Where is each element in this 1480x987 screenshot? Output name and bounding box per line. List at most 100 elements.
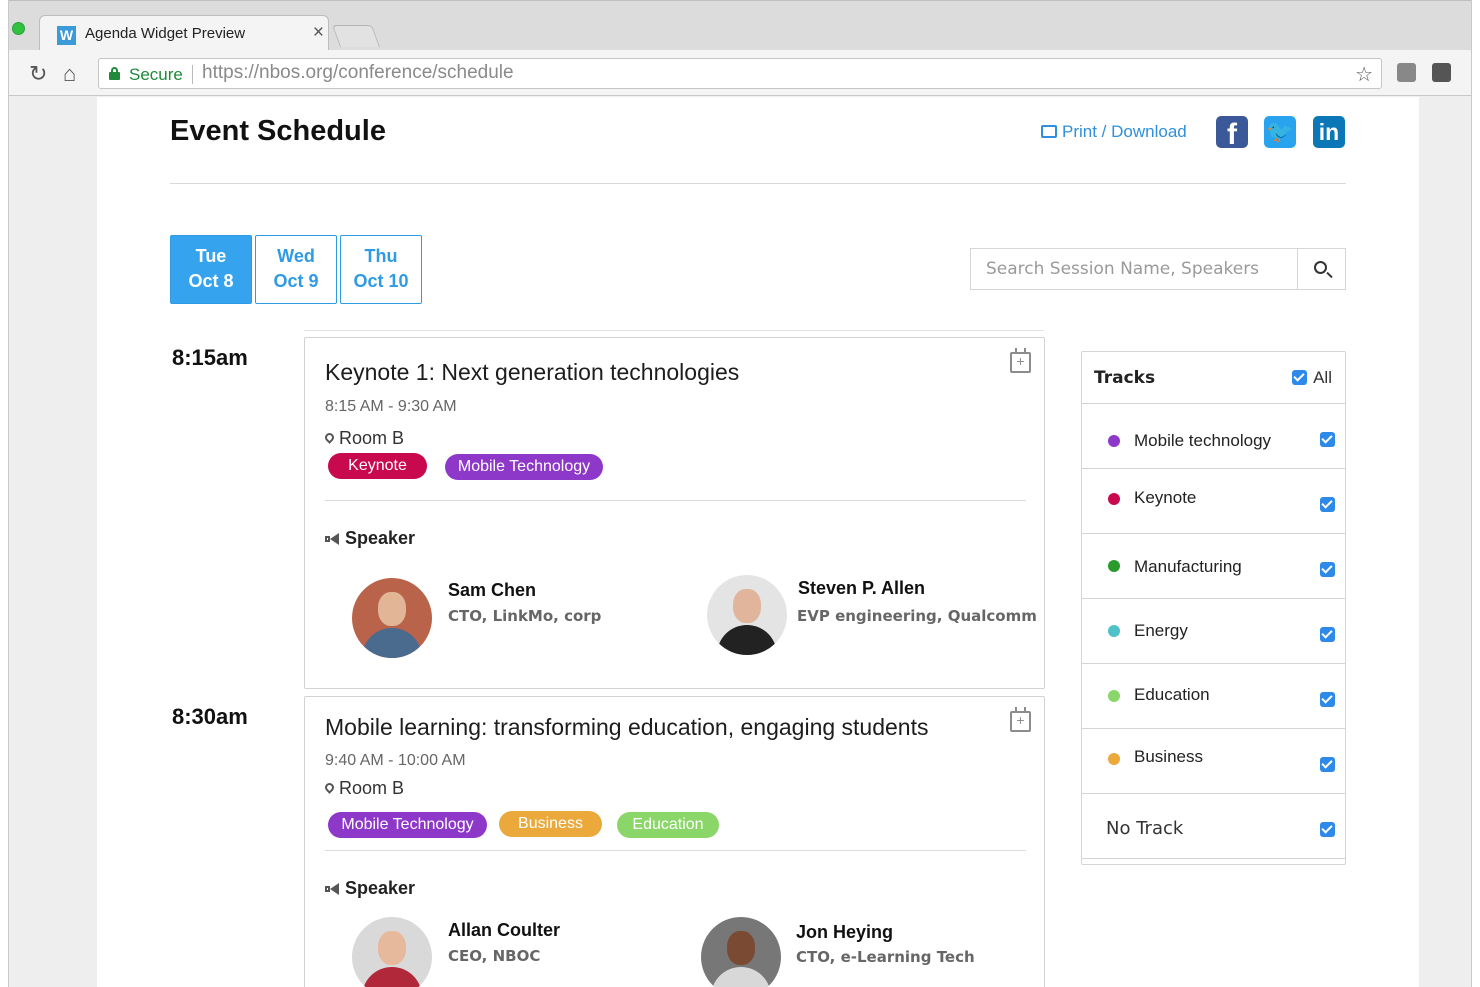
facebook-icon[interactable]: f	[1216, 116, 1248, 151]
location-pin-icon	[325, 433, 334, 445]
track-item-keynote[interactable]: Keynote	[1082, 469, 1345, 534]
new-tab-button[interactable]	[331, 25, 381, 47]
reload-icon[interactable]: ↻	[29, 61, 47, 87]
track-checkbox[interactable]	[1320, 497, 1335, 512]
bookmark-star-icon[interactable]: ☆	[1355, 62, 1373, 87]
url-text[interactable]: https://nbos.org/conference/schedule	[202, 62, 514, 84]
session-divider	[325, 850, 1026, 851]
day-tab-thu[interactable]: Thu Oct 10	[340, 235, 422, 304]
track-item-manufacturing[interactable]: Manufacturing	[1082, 534, 1345, 599]
session-card[interactable]: + Mobile learning: transforming educatio…	[304, 696, 1045, 987]
page-title: Event Schedule	[170, 115, 386, 147]
speaker-avatar[interactable]	[707, 575, 787, 655]
all-tracks-checkbox[interactable]	[1292, 370, 1307, 385]
tag-keynote[interactable]: Keynote	[328, 453, 427, 479]
print-download-label: Print / Download	[1062, 122, 1187, 141]
day-name: Wed	[277, 246, 315, 266]
track-label: Mobile technology	[1134, 431, 1272, 450]
session-divider	[325, 500, 1026, 501]
speaker-role: EVP engineering, Qualcomm	[797, 607, 1037, 625]
search-icon	[1314, 261, 1327, 274]
track-color-dot	[1108, 560, 1120, 572]
track-item-energy[interactable]: Energy	[1082, 599, 1345, 664]
extension-icon[interactable]	[1432, 63, 1451, 82]
day-date: Oct 8	[188, 271, 234, 291]
address-separator	[192, 65, 193, 84]
track-checkbox[interactable]	[1320, 692, 1335, 707]
speaker-name[interactable]: Allan Coulter	[448, 920, 560, 941]
tab-title: Agenda Widget Preview	[85, 25, 246, 42]
megaphone-icon	[325, 533, 340, 545]
track-label: Keynote	[1134, 488, 1197, 507]
tag-mobile-technology[interactable]: Mobile Technology	[328, 812, 487, 838]
day-date: Oct 9	[273, 271, 319, 291]
speaker-heading: Speaker	[325, 528, 415, 549]
session-room: Room B	[325, 428, 404, 449]
megaphone-icon	[325, 883, 340, 895]
day-name: Tue	[195, 246, 227, 266]
session-time: 9:40 AM - 10:00 AM	[325, 752, 466, 769]
track-checkbox[interactable]	[1320, 757, 1335, 772]
track-checkbox[interactable]	[1320, 627, 1335, 642]
session-title[interactable]: Mobile learning: transforming education,…	[325, 714, 929, 741]
browser-tab[interactable]: W Agenda Widget Preview ×	[39, 15, 329, 51]
header-divider	[170, 183, 1346, 184]
tracks-title: Tracks	[1094, 368, 1156, 388]
maximize-window-button[interactable]	[12, 22, 25, 35]
speaker-name[interactable]: Steven P. Allen	[798, 578, 925, 599]
tag-business[interactable]: Business	[499, 811, 602, 837]
track-item-no-track[interactable]: No Track	[1082, 794, 1345, 859]
track-color-dot	[1108, 435, 1120, 447]
tag-education[interactable]: Education	[617, 812, 719, 838]
secure-label: Secure	[129, 65, 183, 84]
schedule-page: Event Schedule Print / Download f 🐦 in T…	[97, 97, 1419, 987]
tracks-header: Tracks All	[1082, 352, 1345, 404]
home-icon[interactable]: ⌂	[63, 61, 76, 87]
track-item-education[interactable]: Education	[1082, 664, 1345, 729]
speaker-avatar[interactable]	[352, 578, 432, 658]
extension-icon[interactable]	[1397, 63, 1416, 82]
browser-toolbar: ↻ ⌂ Secure https://nbos.org/conference/s…	[9, 50, 1471, 96]
speaker-heading-label: Speaker	[345, 878, 416, 898]
tab-close-icon[interactable]: ×	[313, 22, 324, 44]
add-to-calendar-icon[interactable]: +	[1010, 348, 1031, 373]
all-tracks-label: All	[1313, 368, 1332, 387]
time-slot-label: 8:15am	[172, 345, 248, 370]
speaker-name[interactable]: Sam Chen	[448, 580, 536, 601]
track-checkbox[interactable]	[1320, 432, 1335, 447]
session-room: Room B	[325, 778, 404, 799]
day-date: Oct 10	[353, 271, 409, 291]
speaker-avatar[interactable]	[352, 917, 432, 987]
address-bar[interactable]: Secure https://nbos.org/conference/sched…	[98, 58, 1382, 89]
linkedin-icon[interactable]: in	[1313, 116, 1345, 148]
session-card[interactable]: + Keynote 1: Next generation technologie…	[304, 337, 1045, 689]
tag-mobile-technology[interactable]: Mobile Technology	[445, 454, 603, 480]
day-name: Thu	[364, 246, 398, 266]
track-item-business[interactable]: Business	[1082, 729, 1345, 794]
session-time: 8:15 AM - 9:30 AM	[325, 398, 457, 415]
track-checkbox[interactable]	[1320, 562, 1335, 577]
print-download-link[interactable]: Print / Download	[1041, 122, 1187, 142]
session-title[interactable]: Keynote 1: Next generation technologies	[325, 359, 739, 386]
day-tab-tue[interactable]: Tue Oct 8	[170, 235, 252, 304]
search-box	[970, 248, 1346, 290]
search-button[interactable]	[1297, 249, 1345, 289]
time-slot-label: 8:30am	[172, 704, 248, 729]
track-label: Energy	[1134, 621, 1188, 640]
speaker-role: CTO, LinkMo, corp	[448, 607, 602, 625]
printer-icon	[1041, 125, 1057, 138]
track-checkbox[interactable]	[1320, 822, 1335, 837]
track-color-dot	[1108, 625, 1120, 637]
tracks-panel: Tracks All Mobile technology Keynote Man…	[1081, 351, 1346, 865]
day-tab-wed[interactable]: Wed Oct 9	[255, 235, 337, 304]
tab-strip: W Agenda Widget Preview ×	[9, 0, 1471, 51]
speaker-avatar[interactable]	[701, 917, 781, 987]
speaker-role: CTO, e-Learning Tech	[796, 948, 975, 966]
add-to-calendar-icon[interactable]: +	[1010, 707, 1031, 732]
twitter-icon[interactable]: 🐦	[1264, 116, 1296, 148]
search-input[interactable]	[971, 249, 1297, 289]
track-item-mobile-technology[interactable]: Mobile technology	[1082, 404, 1345, 469]
browser-window: W Agenda Widget Preview × ↻ ⌂ Secure htt…	[8, 0, 1472, 987]
speaker-name[interactable]: Jon Heying	[796, 922, 893, 943]
no-track-label: No Track	[1106, 818, 1184, 839]
